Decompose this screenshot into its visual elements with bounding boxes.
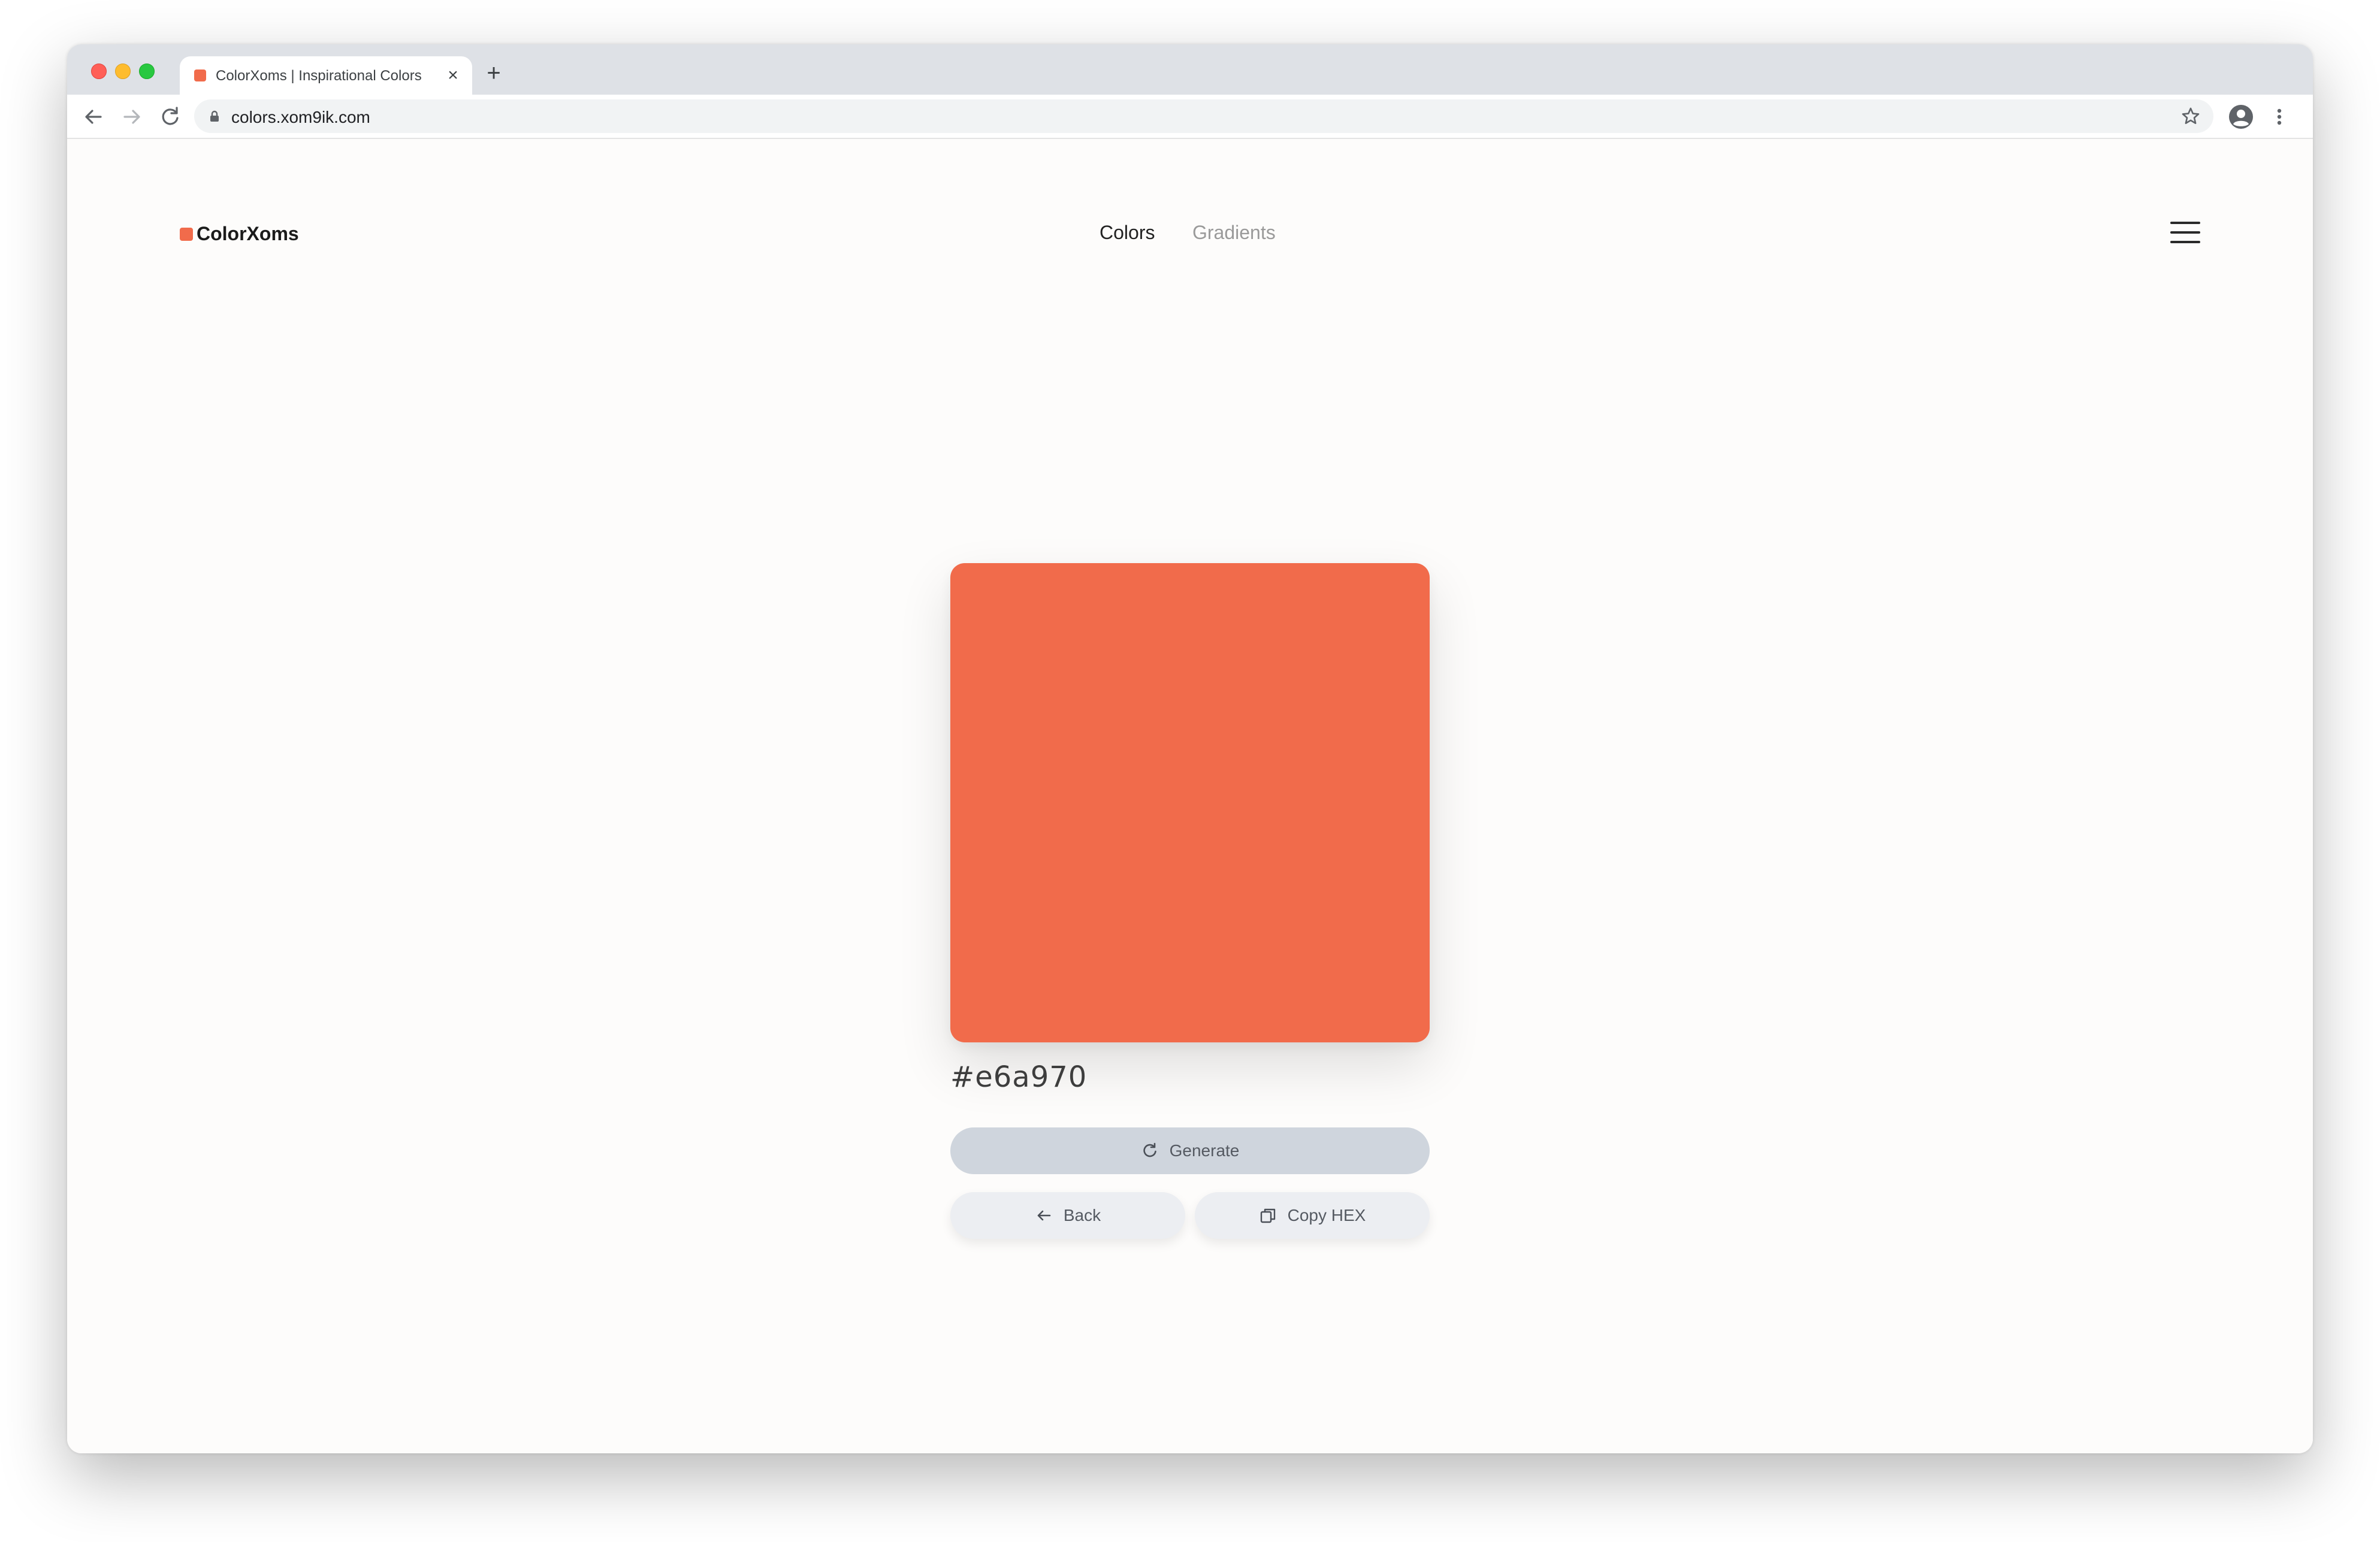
minimize-window-button[interactable] bbox=[115, 64, 131, 79]
hamburger-menu-icon[interactable] bbox=[2170, 219, 2200, 246]
copy-hex-button[interactable]: Copy HEX bbox=[1195, 1192, 1430, 1239]
profile-icon[interactable] bbox=[2227, 102, 2255, 131]
tab-strip: ColorXoms | Inspirational Colors × + bbox=[67, 44, 2313, 95]
back-arrow-icon[interactable] bbox=[79, 102, 108, 131]
lock-icon bbox=[210, 110, 219, 122]
browser-window: ColorXoms | Inspirational Colors × + col… bbox=[67, 44, 2313, 1453]
hex-code-label: #e6a970 bbox=[950, 1060, 1088, 1094]
address-bar[interactable]: colors.xom9ik.com bbox=[194, 99, 2213, 133]
copy-label: Copy HEX bbox=[1287, 1206, 1366, 1224]
new-tab-button[interactable]: + bbox=[481, 60, 507, 86]
logo-square-icon bbox=[180, 228, 193, 241]
refresh-icon bbox=[1143, 1142, 1156, 1157]
nav-colors-link[interactable]: Colors bbox=[1100, 222, 1155, 244]
browser-tab[interactable]: ColorXoms | Inspirational Colors × bbox=[180, 56, 472, 95]
arrow-left-icon bbox=[1037, 1210, 1051, 1221]
browser-toolbar: colors.xom9ik.com bbox=[67, 95, 2313, 139]
generate-label: Generate bbox=[1169, 1141, 1240, 1160]
favicon-icon bbox=[194, 69, 206, 81]
bookmark-star-icon[interactable] bbox=[2180, 105, 2201, 127]
back-label: Back bbox=[1063, 1206, 1101, 1224]
copy-icon bbox=[1260, 1208, 1275, 1223]
logo-text: ColorXoms bbox=[197, 223, 299, 244]
maximize-window-button[interactable] bbox=[139, 64, 155, 79]
generate-button[interactable]: Generate bbox=[950, 1127, 1430, 1174]
url-text: colors.xom9ik.com bbox=[231, 108, 370, 126]
reload-icon[interactable] bbox=[156, 102, 185, 131]
page-content: ColorXoms Colors Gradients #e6a970 Gener… bbox=[67, 139, 2313, 1453]
close-window-button[interactable] bbox=[91, 64, 107, 79]
forward-arrow-icon[interactable] bbox=[117, 102, 146, 131]
color-swatch bbox=[950, 563, 1430, 1042]
close-tab-icon[interactable]: × bbox=[441, 64, 465, 87]
nav-gradients-link[interactable]: Gradients bbox=[1192, 222, 1276, 244]
back-button[interactable]: Back bbox=[950, 1192, 1185, 1239]
tab-title: ColorXoms | Inspirational Colors bbox=[216, 68, 422, 84]
kebab-menu-icon[interactable] bbox=[2265, 102, 2294, 131]
